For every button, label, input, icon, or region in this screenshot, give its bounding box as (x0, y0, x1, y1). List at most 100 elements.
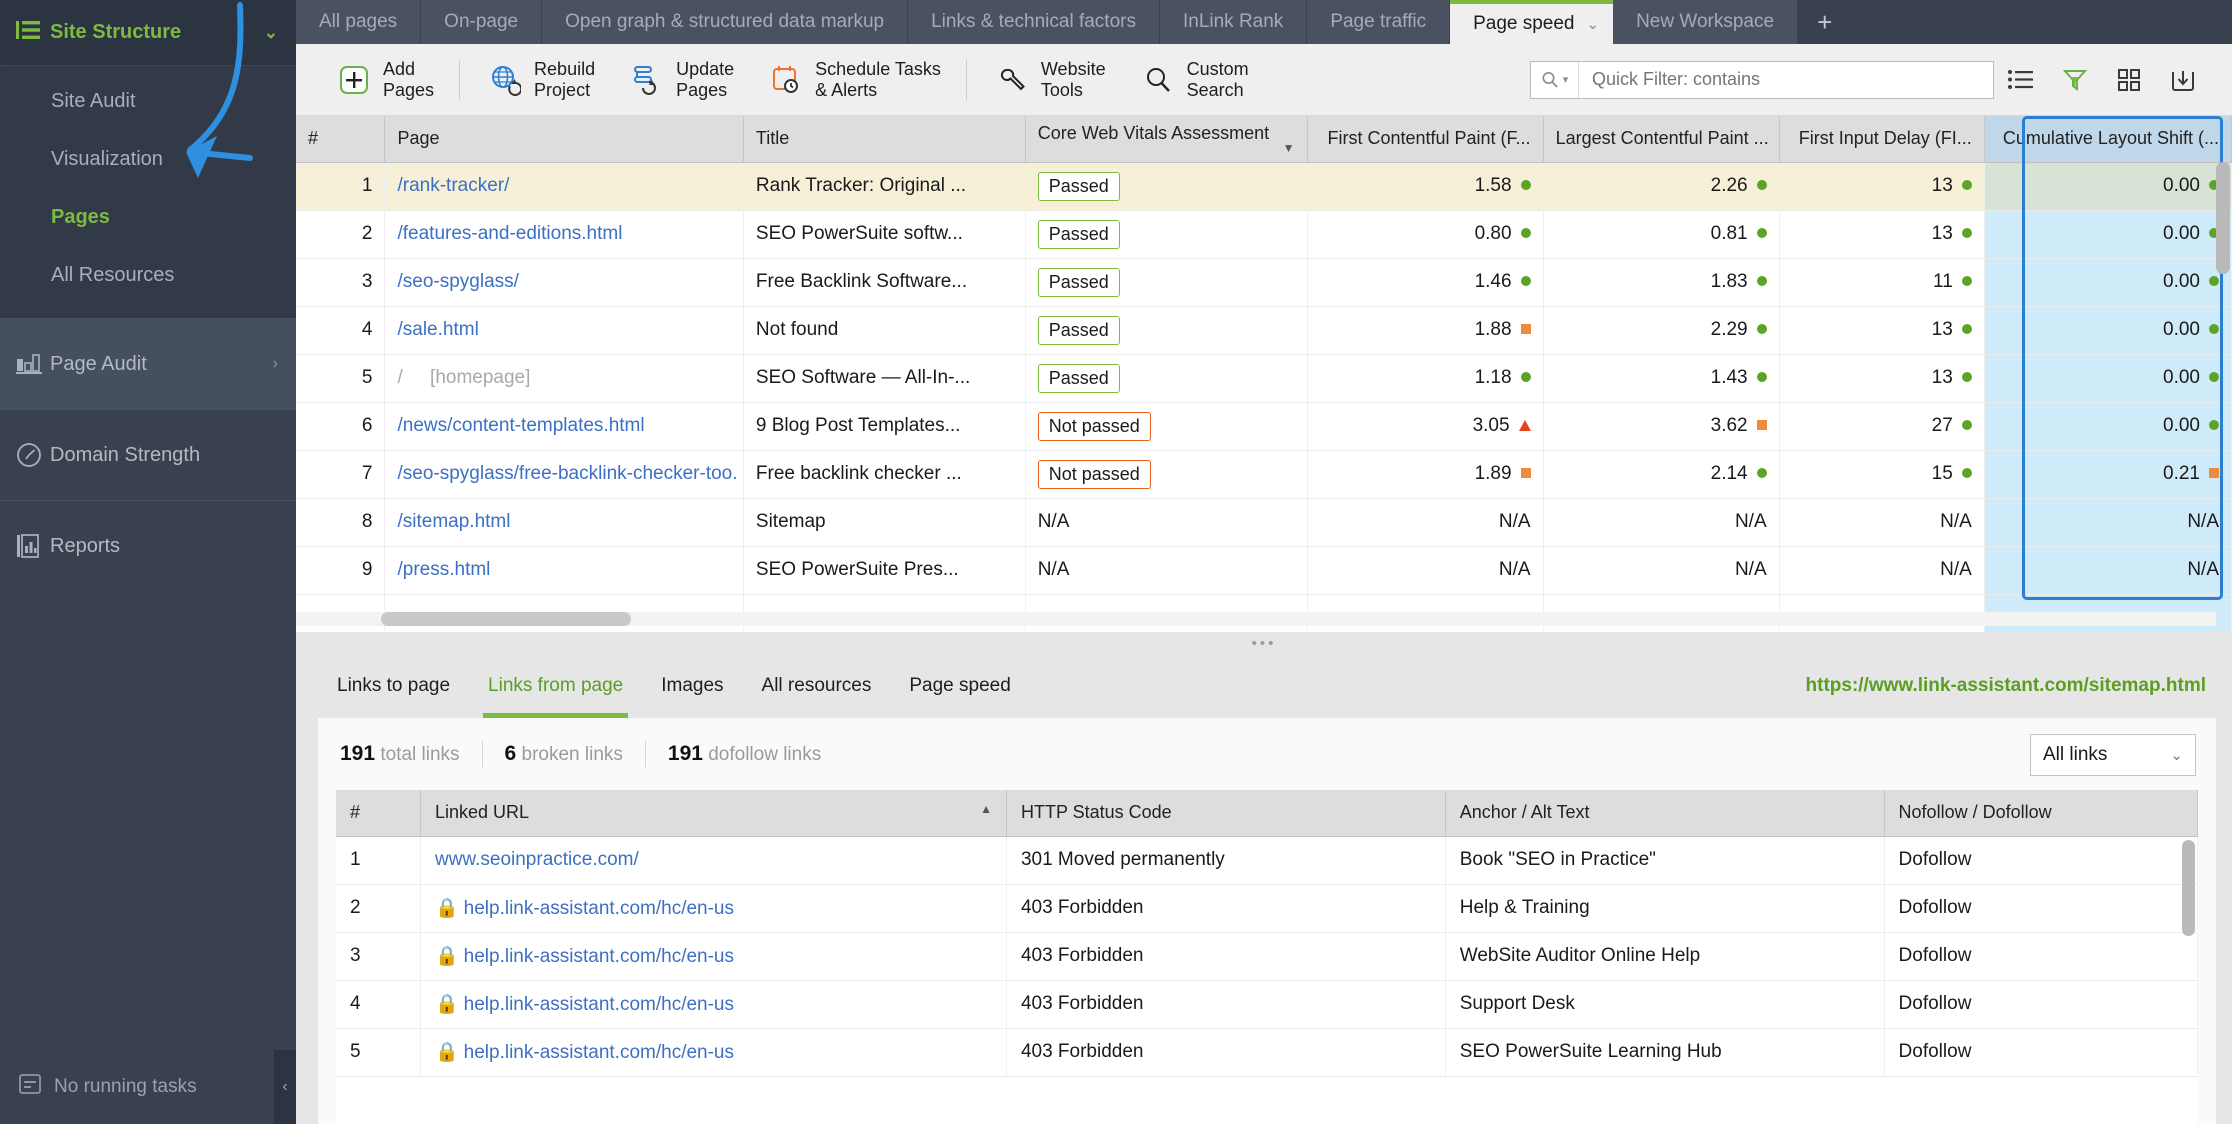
url-link[interactable]: help.link-assistant.com/hc/en-us (464, 1042, 734, 1063)
chevron-down-icon[interactable]: ⌄ (1587, 15, 1600, 33)
scrollbar-thumb[interactable] (2216, 162, 2230, 274)
list-view-icon[interactable] (1994, 69, 2048, 91)
column-header-nofollow-dofollow[interactable]: Nofollow / Dofollow (1884, 790, 2198, 837)
search-icon[interactable]: ▾ (1531, 61, 1579, 98)
page-link[interactable]: /sale.html (397, 319, 478, 340)
export-icon[interactable] (2156, 66, 2210, 94)
cell-page[interactable]: /sale.html (384, 306, 744, 355)
tab-links-technical-factors[interactable]: Links & technical factors (908, 0, 1160, 44)
column-header-core-web-vitals[interactable]: Core Web Vitals Assessment ▼ (1025, 116, 1308, 163)
page-link[interactable]: /seo-spyglass/ (397, 271, 518, 292)
page-link[interactable]: /seo-spyglass/free-backlink-checker-too. (397, 463, 737, 484)
column-header-cls[interactable]: Cumulative Layout Shift (... (1984, 116, 2232, 163)
cell-page[interactable]: / [homepage] (384, 354, 744, 403)
url-link[interactable]: help.link-assistant.com/hc/en-us (464, 994, 734, 1015)
table-row[interactable]: 8 /sitemap.html Sitemap N/A N/A N/A N/A … (296, 498, 2232, 547)
cell-page[interactable]: /rank-tracker/ (384, 162, 744, 211)
column-header-index[interactable]: # (296, 116, 386, 163)
cell-linked-url[interactable]: 🔒 help.link-assistant.com/hc/en-us (420, 884, 1007, 933)
tab-links-to-page[interactable]: Links to page (318, 654, 469, 718)
cell-linked-url[interactable]: 🔒 help.link-assistant.com/hc/en-us (420, 932, 1007, 981)
cell-linked-url[interactable]: 🔒 help.link-assistant.com/hc/en-us (420, 980, 1007, 1029)
cell-page[interactable]: /seo-spyglass/free-backlink-checker-too. (384, 450, 744, 499)
table-row[interactable]: 3 /seo-spyglass/ Free Backlink Software.… (296, 258, 2232, 307)
table-row[interactable]: 1 /rank-tracker/ Rank Tracker: Original … (296, 162, 2232, 211)
cell-linked-url[interactable]: www.seoinpractice.com/ (420, 836, 1007, 885)
table-row[interactable]: 2 🔒 help.link-assistant.com/hc/en-us 403 … (336, 884, 2198, 933)
sidebar-item-all-resources[interactable]: All Resources (0, 246, 296, 304)
page-link[interactable]: /features-and-editions.html (397, 223, 622, 244)
table-row[interactable]: 3 🔒 help.link-assistant.com/hc/en-us 403 … (336, 932, 2198, 981)
tab-images[interactable]: Images (642, 654, 742, 718)
sidebar-group-site-structure[interactable]: Site Structure ⌄ (0, 0, 296, 66)
table-row[interactable]: 1 www.seoinpractice.com/ 301 Moved perma… (336, 836, 2198, 885)
sidebar-item-domain-strength[interactable]: Domain Strength (0, 409, 296, 500)
tab-inlink-rank[interactable]: InLink Rank (1159, 0, 1308, 44)
cell-linked-url[interactable]: 🔒 help.link-assistant.com/hc/en-us (420, 1028, 1007, 1077)
custom-search-button[interactable]: Custom Search (1122, 49, 1265, 111)
sidebar-item-reports[interactable]: Reports (0, 500, 296, 591)
tab-new-workspace[interactable]: New Workspace (1613, 0, 1799, 44)
tab-open-graph[interactable]: Open graph & structured data markup (542, 0, 909, 44)
tab-page-speed[interactable]: Page speed ⌄ (1450, 0, 1614, 44)
column-header-fcp[interactable]: First Contentful Paint (F... (1307, 116, 1544, 163)
table-row[interactable]: 6 /news/content-templates.html 9 Blog Po… (296, 402, 2232, 451)
cell-page[interactable]: /press.html (384, 546, 744, 595)
cell-page[interactable]: /news/content-templates.html (384, 402, 744, 451)
url-link[interactable]: help.link-assistant.com/hc/en-us (464, 946, 734, 967)
column-header-page[interactable]: Page (384, 116, 744, 163)
quick-filter[interactable]: ▾ (1530, 60, 1994, 99)
chevron-down-icon[interactable]: ⌄ (264, 23, 278, 43)
table-row[interactable]: 4 🔒 help.link-assistant.com/hc/en-us 403 … (336, 980, 2198, 1029)
tab-all-pages[interactable]: All pages (296, 0, 422, 44)
column-header-http-status[interactable]: HTTP Status Code (1006, 790, 1446, 837)
page-link[interactable]: / (397, 367, 402, 388)
sidebar-item-site-audit[interactable]: Site Audit (0, 72, 296, 130)
table-row[interactable]: 5 / [homepage] SEO Software — All-In-...… (296, 354, 2232, 403)
tab-links-from-page[interactable]: Links from page (469, 654, 642, 718)
rebuild-project-button[interactable]: Rebuild Project (469, 49, 611, 111)
table-row[interactable]: 5 🔒 help.link-assistant.com/hc/en-us 403 … (336, 1028, 2198, 1077)
add-pages-button[interactable]: Add Pages (318, 49, 450, 111)
scrollbar-thumb[interactable] (2182, 840, 2195, 936)
search-input[interactable] (1579, 61, 1993, 98)
sidebar-item-pages[interactable]: Pages (0, 188, 296, 246)
pages-table-horizontal-scrollbar[interactable] (296, 612, 2216, 626)
url-link[interactable]: www.seoinpractice.com/ (435, 849, 639, 870)
table-row[interactable]: 2 /features-and-editions.html SEO PowerS… (296, 210, 2232, 259)
page-link[interactable]: /press.html (397, 559, 490, 580)
tab-page-traffic[interactable]: Page traffic (1307, 0, 1451, 44)
add-workspace-button[interactable]: + (1798, 0, 1852, 44)
links-table-vertical-scrollbar[interactable] (2182, 840, 2195, 1120)
tab-on-page[interactable]: On-page (421, 0, 543, 44)
page-link[interactable]: /sitemap.html (397, 511, 510, 532)
cell-page[interactable]: /features-and-editions.html (384, 210, 744, 259)
filter-icon[interactable] (2048, 67, 2102, 93)
table-row[interactable]: 9 /press.html SEO PowerSuite Pres... N/A… (296, 546, 2232, 595)
column-header-linked-url[interactable]: Linked URL ▲ (420, 790, 1007, 837)
sidebar-item-visualization[interactable]: Visualization (0, 130, 296, 188)
panel-splitter[interactable]: ••• (296, 632, 2232, 654)
cell-page[interactable]: /sitemap.html (384, 498, 744, 547)
chevron-down-icon[interactable]: ▾ (1563, 73, 1569, 86)
tab-all-resources[interactable]: All resources (743, 654, 891, 718)
cell-page[interactable]: /seo-spyglass/ (384, 258, 744, 307)
table-row[interactable]: 7 /seo-spyglass/free-backlink-checker-to… (296, 450, 2232, 499)
column-header-index[interactable]: # (336, 790, 421, 837)
column-header-fid[interactable]: First Input Delay (FI... (1779, 116, 1985, 163)
sidebar-collapse-button[interactable]: ‹ (274, 1050, 296, 1124)
page-link[interactable]: /rank-tracker/ (397, 175, 509, 196)
schedule-tasks-alerts-button[interactable]: Schedule Tasks & Alerts (750, 49, 957, 111)
update-pages-button[interactable]: Update Pages (611, 49, 750, 111)
pages-table-vertical-scrollbar[interactable] (2216, 162, 2230, 596)
sidebar-item-page-audit[interactable]: Page Audit › (0, 318, 296, 409)
website-tools-button[interactable]: Website Tools (976, 49, 1122, 111)
chevron-down-icon[interactable]: ⌄ (2170, 746, 2183, 764)
column-header-anchor-alt-text[interactable]: Anchor / Alt Text (1445, 790, 1885, 837)
grid-view-icon[interactable] (2102, 68, 2156, 92)
selected-page-url[interactable]: https://www.link-assistant.com/sitemap.h… (1806, 654, 2206, 718)
table-row[interactable]: 4 /sale.html Not found Passed 1.88 2.29 … (296, 306, 2232, 355)
status-no-running-tasks[interactable]: No running tasks (0, 1050, 296, 1124)
tab-page-speed-details[interactable]: Page speed (890, 654, 1029, 718)
column-header-title[interactable]: Title (743, 116, 1026, 163)
